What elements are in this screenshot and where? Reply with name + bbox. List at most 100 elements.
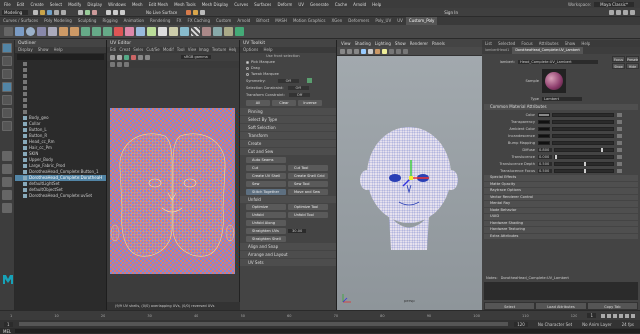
time-slider[interactable]: 1 10 20 30 40 50 60 70 80 90 100 110 120 1: [0, 310, 640, 320]
create-shell-grid-button[interactable]: Create Shell Grid: [288, 173, 328, 179]
select-hierarchy-icon[interactable]: [78, 9, 83, 15]
straighten-uvs-button[interactable]: Straighten UVs: [246, 228, 286, 234]
map-button-icon[interactable]: [617, 119, 622, 124]
menu-display[interactable]: Display: [87, 2, 102, 7]
range-end-field[interactable]: 120: [514, 321, 528, 327]
section-node-behavior[interactable]: Node Behavior: [484, 207, 638, 213]
move-tool-icon[interactable]: [2, 82, 12, 92]
shelf-freeze-icon[interactable]: [213, 27, 222, 36]
shelf-plane-icon[interactable]: [48, 27, 57, 36]
uv-shaded-icon[interactable]: [124, 54, 129, 60]
attr-color-swatch[interactable]: [538, 126, 550, 131]
vp-textured-icon[interactable]: [375, 48, 380, 54]
shelf-extrude-icon[interactable]: [81, 27, 90, 36]
ae-menu-attributes[interactable]: Attributes: [539, 41, 559, 47]
unfold-tool-button[interactable]: Unfold Tool: [288, 212, 328, 218]
section-mental-ray[interactable]: Mental Ray: [484, 201, 638, 207]
section-arrange-and-layout[interactable]: Arrange and Layout: [240, 251, 336, 258]
outliner-menu-help[interactable]: Help: [54, 47, 63, 53]
shelf-delete-history-icon[interactable]: [202, 27, 211, 36]
create-uv-shell-button[interactable]: Create UV Shell: [246, 173, 286, 179]
ipr-render-icon[interactable]: [193, 9, 199, 15]
last-tool-icon[interactable]: [2, 121, 12, 131]
attr-value-field[interactable]: 0.800: [538, 147, 552, 152]
vp-grid-icon[interactable]: [354, 48, 359, 54]
section-cut-and-sew[interactable]: Cut and Sew: [240, 148, 336, 155]
uv-menu-textures[interactable]: Textures: [212, 47, 226, 53]
shelf-tab-sculpting[interactable]: Sculpting: [75, 17, 100, 25]
selection-constraint-dropdown[interactable]: Off: [287, 85, 309, 90]
section-extra-attributes[interactable]: Extra Attributes: [484, 233, 638, 239]
cut-tool-button[interactable]: Cut Tool: [288, 165, 328, 171]
range-slider[interactable]: [18, 322, 509, 326]
attr-value-field[interactable]: 0.000: [538, 154, 552, 159]
snap-grid-icon[interactable]: [106, 9, 111, 15]
attr-color-swatch[interactable]: [538, 140, 550, 145]
vp-isolate-icon[interactable]: [396, 48, 401, 54]
sew-tool-button[interactable]: Sew Tool: [288, 181, 328, 187]
ae-menu-list[interactable]: List: [485, 41, 492, 47]
move-and-sew-button[interactable]: Move and Sew: [288, 189, 328, 195]
menu-set-dropdown[interactable]: Modeling: [2, 9, 28, 15]
select-clear-button[interactable]: Clear: [272, 99, 296, 106]
command-language-label[interactable]: MEL: [0, 329, 11, 334]
menu-curves[interactable]: Curves: [234, 2, 248, 7]
anim-layer-dropdown[interactable]: No Anim Layer: [582, 322, 611, 327]
range-start-field[interactable]: 1: [4, 321, 13, 327]
menu-modify[interactable]: Modify: [68, 2, 81, 7]
attr-slider[interactable]: [554, 161, 614, 166]
uv-menu-modify[interactable]: Modify: [163, 47, 174, 53]
outliner-item[interactable]: DorotheaHead_Complete:uvSet: [15, 193, 106, 199]
map-button-icon[interactable]: [617, 133, 622, 138]
shelf-uv-planar-icon[interactable]: [158, 27, 167, 36]
vp-camera-icon[interactable]: [340, 48, 345, 54]
section-special-effects[interactable]: Special Effects: [484, 175, 638, 181]
vp-smooth-shade-icon[interactable]: [368, 48, 373, 54]
menu-create[interactable]: Create: [30, 2, 43, 7]
section-align-and-snap[interactable]: Align and Snap: [240, 243, 336, 250]
attr-slider-handle[interactable]: [601, 147, 604, 152]
straighten-value-field[interactable]: 30.00: [288, 229, 307, 233]
save-scene-icon[interactable]: [47, 9, 52, 15]
copy-tab-button[interactable]: Copy Tab: [586, 302, 638, 310]
shelf-checker-icon[interactable]: [191, 27, 200, 36]
shelf-tab-uv[interactable]: UV: [394, 17, 406, 25]
menu-select[interactable]: Select: [50, 2, 62, 7]
vp-wireframe-icon[interactable]: [361, 48, 366, 54]
go-to-end-icon[interactable]: [631, 313, 635, 318]
section-create[interactable]: Create: [240, 140, 336, 147]
channel-box-icon[interactable]: [630, 9, 635, 15]
attr-color-swatch[interactable]: [538, 112, 550, 117]
section-raytrace-options[interactable]: Raytrace Options: [484, 188, 638, 194]
select-tool-icon[interactable]: [2, 43, 12, 53]
symmetry-toggle-icon[interactable]: [306, 78, 312, 83]
viewport-panel[interactable]: [337, 40, 482, 310]
live-surface-label[interactable]: No Live Surface: [146, 10, 177, 15]
radio-icon[interactable]: [246, 72, 249, 76]
shelf-separate-icon[interactable]: [70, 27, 79, 36]
outliner-menu-show[interactable]: Show: [38, 47, 49, 53]
notes-field[interactable]: DorotheaHead_Complete:UV_Lambert: [501, 276, 569, 280]
select-inverse-button[interactable]: Inverse: [298, 99, 322, 106]
uv-grid-icon[interactable]: [110, 54, 115, 60]
side-by-side-icon[interactable]: [2, 177, 12, 187]
shelf-tab-fx[interactable]: FX: [173, 17, 184, 25]
uv-checker-icon[interactable]: [117, 54, 122, 60]
attribute-editor-icon[interactable]: [616, 9, 621, 15]
shelf-bevel-icon[interactable]: [92, 27, 101, 36]
attr-color-swatch[interactable]: [538, 119, 550, 124]
menu-edit[interactable]: Edit: [17, 2, 25, 7]
attr-value-field[interactable]: 0.500: [538, 161, 552, 166]
shelf-tab-poly-modeling[interactable]: Poly Modeling: [41, 17, 75, 25]
toolkit-menu-options[interactable]: Options: [243, 47, 258, 53]
viewport-menu-renderer[interactable]: Renderer: [410, 41, 428, 46]
stitch-together-button[interactable]: Stitch Together: [246, 189, 286, 195]
ae-menu-focus[interactable]: Focus: [521, 41, 532, 47]
attr-value-field[interactable]: 0.500: [538, 168, 552, 173]
modeling-toolkit-icon[interactable]: [609, 9, 614, 15]
shelf-multicut-icon[interactable]: [114, 27, 123, 36]
shelf-tab-bifrost[interactable]: Bifrost: [253, 17, 272, 25]
menu-cache[interactable]: Cache: [335, 2, 347, 7]
vp-bookmark-icon[interactable]: [347, 48, 352, 54]
shelf-smooth-icon[interactable]: [136, 27, 145, 36]
